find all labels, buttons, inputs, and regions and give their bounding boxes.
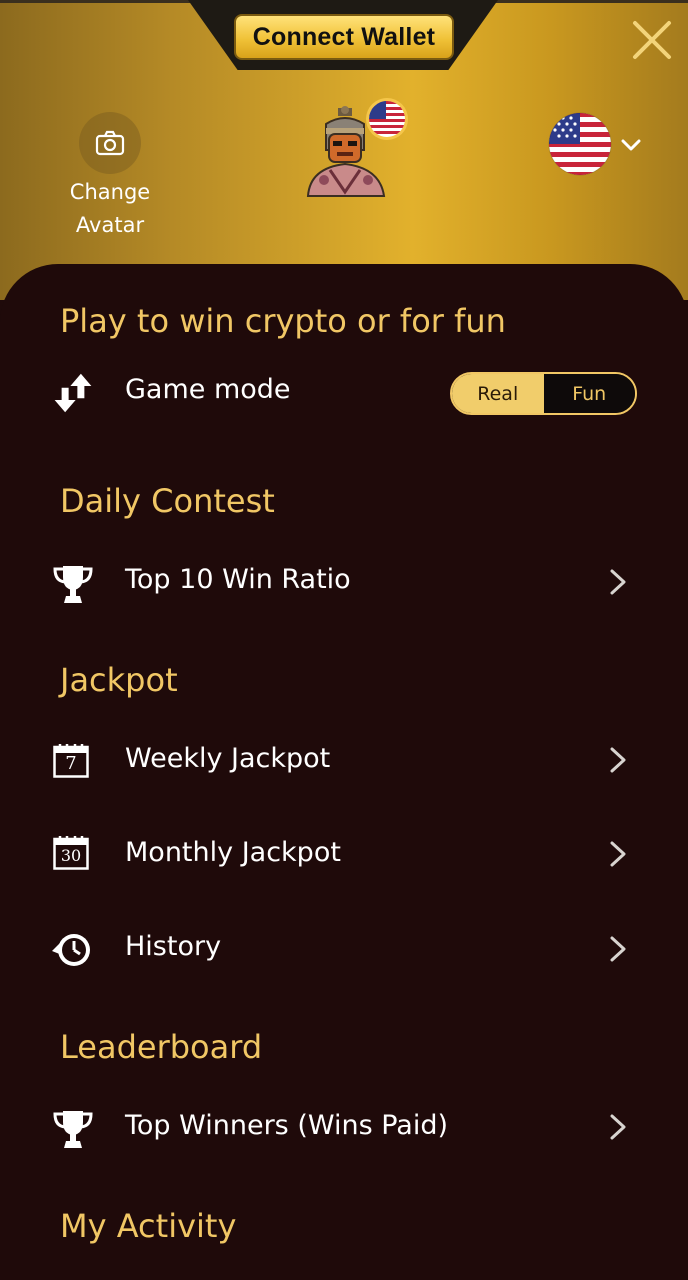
chevron-right-icon[interactable] (605, 934, 631, 964)
section-title-leaderboard: Leaderboard (60, 1028, 263, 1066)
connect-wallet-button[interactable]: Connect Wallet (234, 14, 454, 60)
menu-item-weekly-jackpot[interactable]: Weekly Jackpot (125, 743, 330, 774)
menu-item-history[interactable]: History (125, 931, 221, 962)
close-icon[interactable] (628, 18, 676, 62)
calendar-number-30: 30 (60, 846, 82, 865)
section-title-game-mode: Play to win crypto or for fun (60, 302, 506, 340)
trophy-icon (53, 1111, 93, 1148)
us-flag-icon (369, 101, 405, 137)
game-mode-real-option[interactable]: Real (452, 374, 544, 413)
menu-item-top10-win-ratio[interactable]: Top 10 Win Ratio (125, 564, 351, 595)
calendar-icon: 30 (53, 836, 89, 870)
chevron-right-icon[interactable] (605, 839, 631, 869)
game-mode-toggle[interactable]: Real Fun (450, 372, 637, 415)
chevron-right-icon[interactable] (605, 745, 631, 775)
game-mode-label: Game mode (125, 374, 291, 405)
language-flag-us-icon[interactable] (548, 112, 612, 176)
menu-item-top-winners[interactable]: Top Winners (Wins Paid) (125, 1110, 448, 1141)
section-title-my-activity: My Activity (60, 1207, 237, 1245)
history-clock-icon (52, 934, 90, 966)
change-avatar-label-line1: Change (69, 180, 151, 204)
avatar-country-badge (366, 98, 408, 140)
change-avatar-label-line2: Avatar (75, 213, 145, 237)
calendar-number-7: 7 (65, 753, 77, 774)
camera-button[interactable] (79, 112, 141, 174)
section-title-daily-contest: Daily Contest (60, 482, 275, 520)
trophy-icon (53, 566, 93, 603)
change-avatar-button[interactable]: Change Avatar (62, 112, 158, 242)
game-mode-fun-option[interactable]: Fun (543, 374, 635, 413)
chevron-right-icon[interactable] (605, 567, 631, 597)
camera-icon (95, 130, 125, 156)
arrows-updown-icon (54, 373, 92, 413)
calendar-icon: 7 (53, 744, 89, 778)
profile-header: Connect Wallet Change Avatar (0, 0, 688, 300)
menu-item-monthly-jackpot[interactable]: Monthly Jackpot (125, 837, 341, 868)
chevron-right-icon[interactable] (605, 1112, 631, 1142)
section-title-jackpot: Jackpot (60, 661, 178, 699)
chevron-down-icon[interactable] (618, 132, 644, 158)
